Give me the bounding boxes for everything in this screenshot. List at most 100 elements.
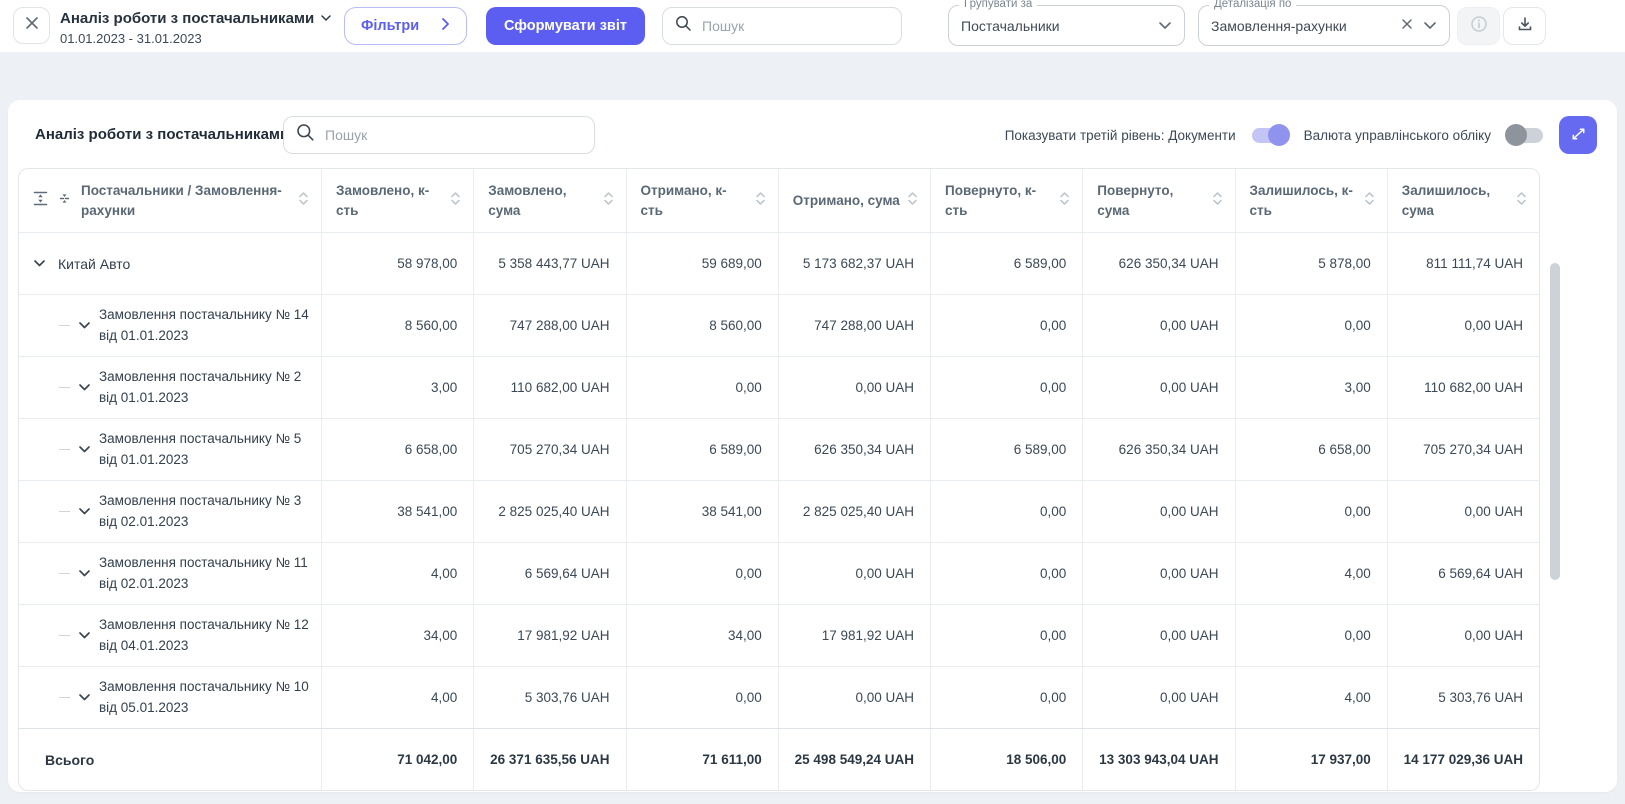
column-header[interactable]: Отримано, сума <box>777 169 930 232</box>
value-cell: 17 981,92 UAH <box>777 605 930 666</box>
table-row: Замовлення постачальнику № 12 від 04.01.… <box>19 604 1539 666</box>
download-button[interactable] <box>1503 7 1546 45</box>
value-cell: 0,00 <box>625 543 778 604</box>
value-cell: 747 288,00 UAH <box>777 295 930 356</box>
chevron-down-icon[interactable] <box>78 569 91 578</box>
column-header[interactable]: Замовлено, сума <box>473 169 625 232</box>
column-header-label: Отримано, к-сть <box>640 182 727 218</box>
column-header[interactable]: Постачальники / Замовлення-рахунки <box>19 169 321 232</box>
value-cell: 110 682,00 UAH <box>473 357 625 418</box>
table-row: Замовлення постачальнику № 5 від 01.01.2… <box>19 418 1539 480</box>
chevron-down-icon[interactable] <box>78 445 91 454</box>
value-cell: 110 682,00 UAH <box>1386 357 1539 418</box>
chevron-down-icon[interactable] <box>78 321 91 330</box>
chevron-down-icon[interactable] <box>78 383 91 392</box>
fullscreen-button[interactable] <box>1559 116 1597 154</box>
value-cell: 705 270,34 UAH <box>473 419 625 480</box>
sort-icon[interactable] <box>450 191 461 211</box>
supplier-name: Китай Авто <box>58 255 131 272</box>
sort-icon[interactable] <box>603 191 614 211</box>
clear-icon[interactable] <box>1401 17 1413 35</box>
detail-by-value: Замовлення-рахунки <box>1211 17 1347 34</box>
tree-connector <box>59 386 70 389</box>
group-by-value: Постачальники <box>961 17 1060 34</box>
sort-icon[interactable] <box>907 191 918 211</box>
column-header[interactable]: Повернуто, сума <box>1082 169 1234 232</box>
order-cell[interactable]: Замовлення постачальнику № 5 від 01.01.2… <box>19 419 321 480</box>
order-cell[interactable]: Замовлення постачальнику № 3 від 02.01.2… <box>19 481 321 542</box>
order-name: Замовлення постачальнику № 11 від 02.01.… <box>99 554 308 591</box>
group-by-label: Групувати за <box>959 0 1038 10</box>
sort-icon[interactable] <box>755 191 766 211</box>
value-cell: 5 303,76 UAH <box>473 667 625 728</box>
sort-icon[interactable] <box>1516 191 1527 211</box>
order-name: Замовлення постачальнику № 3 від 02.01.2… <box>99 492 302 529</box>
sort-icon[interactable] <box>298 191 309 211</box>
chevron-down-icon[interactable] <box>1423 17 1437 35</box>
value-cell: 6 658,00 <box>1234 419 1387 480</box>
report-title-dropdown[interactable]: Аналіз роботи з постачальниками <box>60 9 332 27</box>
value-cell: 26 371 635,56 UAH <box>473 729 625 790</box>
value-cell: 0,00 UAH <box>1082 481 1234 542</box>
column-header[interactable]: Залишилось, к-сть <box>1234 169 1387 232</box>
panel-search-input[interactable] <box>325 127 582 143</box>
order-name: Замовлення постачальнику № 5 від 01.01.2… <box>99 430 302 467</box>
value-cell: 0,00 UAH <box>1386 605 1539 666</box>
vertical-scrollbar[interactable] <box>1550 263 1560 580</box>
value-cell: 2 825 025,40 UAH <box>777 481 930 542</box>
tree-connector <box>59 324 70 327</box>
group-by-select[interactable]: Групувати за Постачальники <box>948 0 1185 46</box>
chevron-down-icon[interactable] <box>1158 17 1172 35</box>
report-title: Аналіз роботи з постачальниками <box>60 9 315 27</box>
expand-all-rows-icon[interactable] <box>33 191 48 211</box>
sort-icon[interactable] <box>1364 191 1375 211</box>
toggle-thumb <box>1505 124 1527 146</box>
order-cell[interactable]: Замовлення постачальнику № 10 від 05.01.… <box>19 667 321 728</box>
table-header-row: Постачальники / Замовлення-рахунки Замовл… <box>19 169 1539 232</box>
chevron-down-icon[interactable] <box>78 693 91 702</box>
filters-label: Фільтри <box>361 18 420 34</box>
column-header[interactable]: Замовлено, к-сть <box>321 169 473 232</box>
tree-connector <box>59 572 70 575</box>
value-cell: 6 569,64 UAH <box>473 543 625 604</box>
column-header-label: Замовлено, сума <box>488 182 567 218</box>
chevron-down-icon[interactable] <box>33 259 46 268</box>
column-header[interactable]: Отримано, к-сть <box>625 169 778 232</box>
sort-icon[interactable] <box>1059 191 1070 211</box>
panel-search[interactable] <box>283 116 595 154</box>
order-cell[interactable]: Замовлення постачальнику № 2 від 01.01.2… <box>19 357 321 418</box>
value-cell: 0,00 UAH <box>1082 543 1234 604</box>
value-cell: 6 589,00 <box>625 419 778 480</box>
generate-report-button[interactable]: Сформувати звіт <box>486 7 645 45</box>
order-cell[interactable]: Замовлення постачальнику № 14 від 01.01.… <box>19 295 321 356</box>
filters-button[interactable]: Фільтри <box>344 7 468 45</box>
close-report-button[interactable] <box>13 7 50 44</box>
value-cell: 0,00 UAH <box>1082 357 1234 418</box>
order-cell[interactable]: Замовлення постачальнику № 12 від 04.01.… <box>19 605 321 666</box>
currency-toggle[interactable] <box>1505 124 1543 146</box>
column-header[interactable]: Залишилось, сума <box>1386 169 1539 232</box>
table-body: Китай Авто 58 978,00 5 358 443,77 UAH 59 68… <box>19 232 1539 790</box>
third-level-toggle[interactable] <box>1251 124 1290 146</box>
supplier-cell[interactable]: Китай Авто <box>19 233 321 294</box>
topbar-search[interactable] <box>662 7 902 45</box>
value-cell: 811 111,74 UAH <box>1386 233 1539 294</box>
chevron-down-icon[interactable] <box>78 507 91 516</box>
value-cell: 0,00 <box>1234 481 1387 542</box>
column-header[interactable]: Повернуто, к-сть <box>930 169 1082 232</box>
topbar-search-input[interactable] <box>702 18 889 34</box>
info-button[interactable] <box>1457 7 1500 45</box>
chevron-down-icon[interactable] <box>78 631 91 640</box>
sort-icon[interactable] <box>1212 191 1223 211</box>
value-cell: 0,00 <box>930 605 1082 666</box>
detail-by-select[interactable]: Деталізація по Замовлення-рахунки <box>1198 0 1450 46</box>
collapse-all-rows-icon[interactable] <box>58 191 71 211</box>
order-name: Замовлення постачальнику № 12 від 04.01.… <box>99 616 309 653</box>
order-cell[interactable]: Замовлення постачальнику № 11 від 02.01.… <box>19 543 321 604</box>
value-cell: 17 937,00 <box>1234 729 1387 790</box>
value-cell: 0,00 <box>930 543 1082 604</box>
value-cell: 0,00 <box>625 667 778 728</box>
value-cell: 0,00 <box>1234 605 1387 666</box>
value-cell: 13 303 943,04 UAH <box>1082 729 1234 790</box>
value-cell: 0,00 UAH <box>1386 481 1539 542</box>
